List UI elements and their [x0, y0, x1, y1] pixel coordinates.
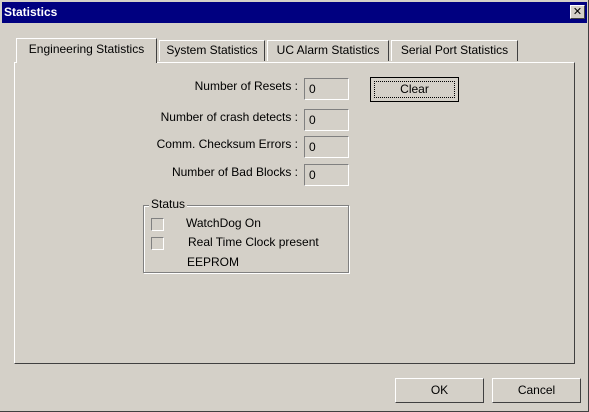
- cancel-button-label: Cancel: [517, 383, 556, 397]
- tab-label: Serial Port Statistics: [400, 43, 509, 57]
- crash-detects-value: 0: [309, 113, 316, 127]
- tab-engineering-statistics[interactable]: Engineering Statistics: [16, 38, 157, 63]
- window-title: Statistics: [4, 5, 58, 19]
- close-button[interactable]: ✕: [570, 5, 585, 19]
- resets-label: Number of Resets :: [194, 79, 298, 93]
- tab-label: System Statistics: [166, 43, 258, 57]
- title-bar[interactable]: Statistics ✕: [2, 2, 587, 23]
- rtc-checkbox[interactable]: [151, 237, 164, 250]
- tab-uc-alarm-statistics[interactable]: UC Alarm Statistics: [267, 40, 389, 61]
- checksum-errors-label: Comm. Checksum Errors :: [156, 137, 298, 151]
- tab-label: Engineering Statistics: [28, 42, 145, 56]
- close-icon: ✕: [572, 6, 583, 18]
- bad-blocks-field: 0: [304, 164, 349, 186]
- checksum-errors-value: 0: [309, 140, 316, 154]
- crash-detects-label: Number of crash detects :: [160, 110, 298, 124]
- watchdog-checkbox[interactable]: [151, 218, 164, 231]
- bad-blocks-label: Number of Bad Blocks :: [171, 165, 298, 179]
- eeprom-label: EEPROM: [187, 255, 240, 269]
- resets-value: 0: [309, 82, 316, 96]
- tab-label: UC Alarm Statistics: [276, 43, 380, 57]
- ok-button[interactable]: OK: [395, 378, 484, 403]
- ok-button-label: OK: [430, 383, 449, 397]
- rtc-label: Real Time Clock present: [188, 235, 319, 249]
- watchdog-label: WatchDog On: [186, 216, 261, 230]
- tab-serial-port-statistics[interactable]: Serial Port Statistics: [391, 40, 518, 61]
- tab-system-statistics[interactable]: System Statistics: [159, 40, 265, 61]
- status-group-title: Status: [149, 197, 188, 211]
- statistics-dialog: Statistics ✕ Engineering Statistics Syst…: [0, 0, 589, 412]
- checksum-errors-field: 0: [304, 136, 349, 158]
- cancel-button[interactable]: Cancel: [492, 378, 581, 403]
- resets-field: 0: [304, 78, 349, 100]
- crash-detects-field: 0: [304, 109, 349, 131]
- bad-blocks-value: 0: [309, 168, 316, 182]
- clear-button-label: Clear: [400, 82, 429, 96]
- clear-button[interactable]: Clear: [370, 77, 459, 102]
